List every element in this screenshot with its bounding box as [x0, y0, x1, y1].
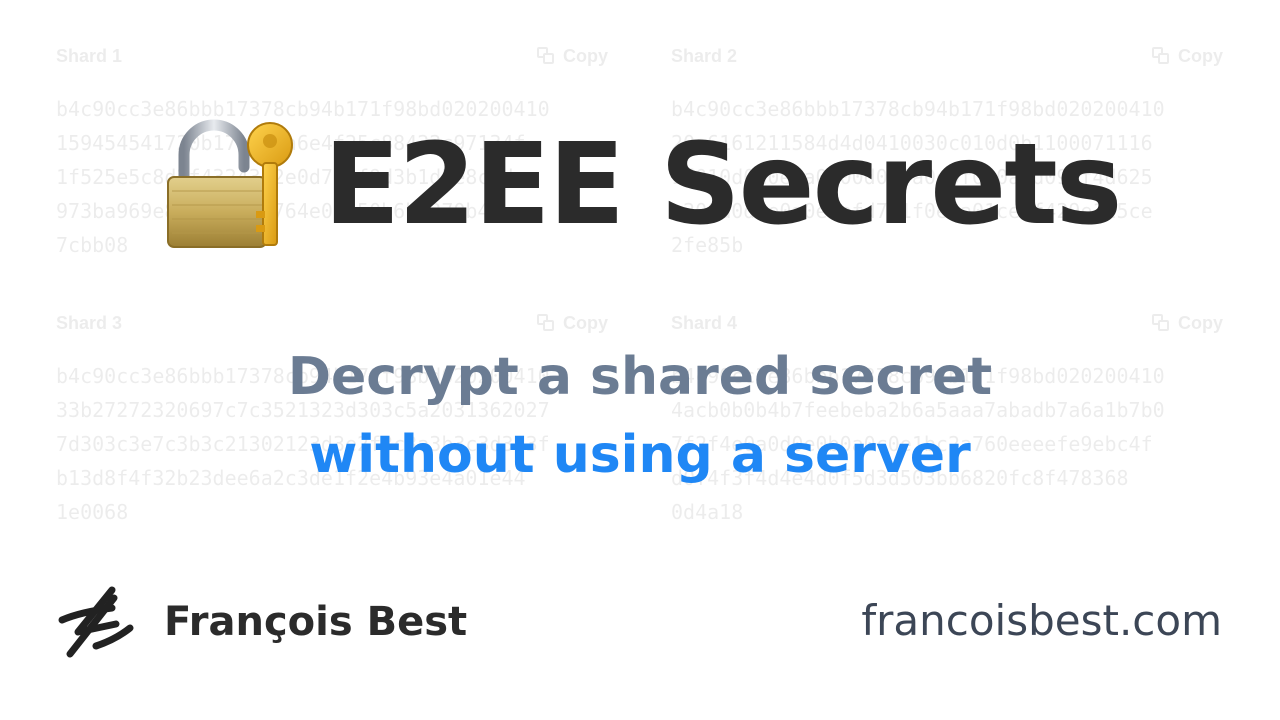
website-link[interactable]: francoisbest.com	[861, 596, 1222, 645]
title-row: E2EE Secrets	[0, 100, 1280, 270]
copy-button[interactable]: Copy	[1152, 46, 1223, 67]
shard-label: Shard 2	[671, 45, 738, 66]
copy-icon	[1152, 314, 1170, 332]
copy-icon	[537, 47, 555, 65]
copy-label: Copy	[1178, 312, 1223, 333]
copy-button[interactable]: Copy	[537, 46, 608, 67]
copy-label: Copy	[563, 312, 608, 333]
copy-button[interactable]: Copy	[537, 313, 608, 334]
copy-label: Copy	[563, 45, 608, 66]
author-name: François Best	[164, 599, 468, 645]
copy-button[interactable]: Copy	[1152, 313, 1223, 334]
tagline: Decrypt a shared secret without using a …	[0, 338, 1280, 494]
shard-header: Shard 4 Copy	[671, 309, 1223, 337]
page-title: E2EE Secrets	[323, 120, 1123, 250]
shard-header: Shard 3 Copy	[56, 309, 608, 337]
copy-icon	[537, 314, 555, 332]
signature-logo-icon	[58, 586, 134, 658]
copy-label: Copy	[1178, 45, 1223, 66]
lock-with-key-icon	[166, 119, 293, 248]
shard-header: Shard 2 Copy	[671, 42, 1223, 70]
copy-icon	[1152, 47, 1170, 65]
tagline-line-2: without using a server	[309, 425, 971, 485]
author-block: François Best	[56, 584, 467, 660]
shard-label: Shard 1	[56, 45, 123, 66]
tagline-line-1: Decrypt a shared secret	[287, 347, 993, 407]
shard-label: Shard 4	[671, 312, 738, 333]
shard-header: Shard 1 Copy	[56, 42, 608, 70]
shard-label: Shard 3	[56, 312, 123, 333]
